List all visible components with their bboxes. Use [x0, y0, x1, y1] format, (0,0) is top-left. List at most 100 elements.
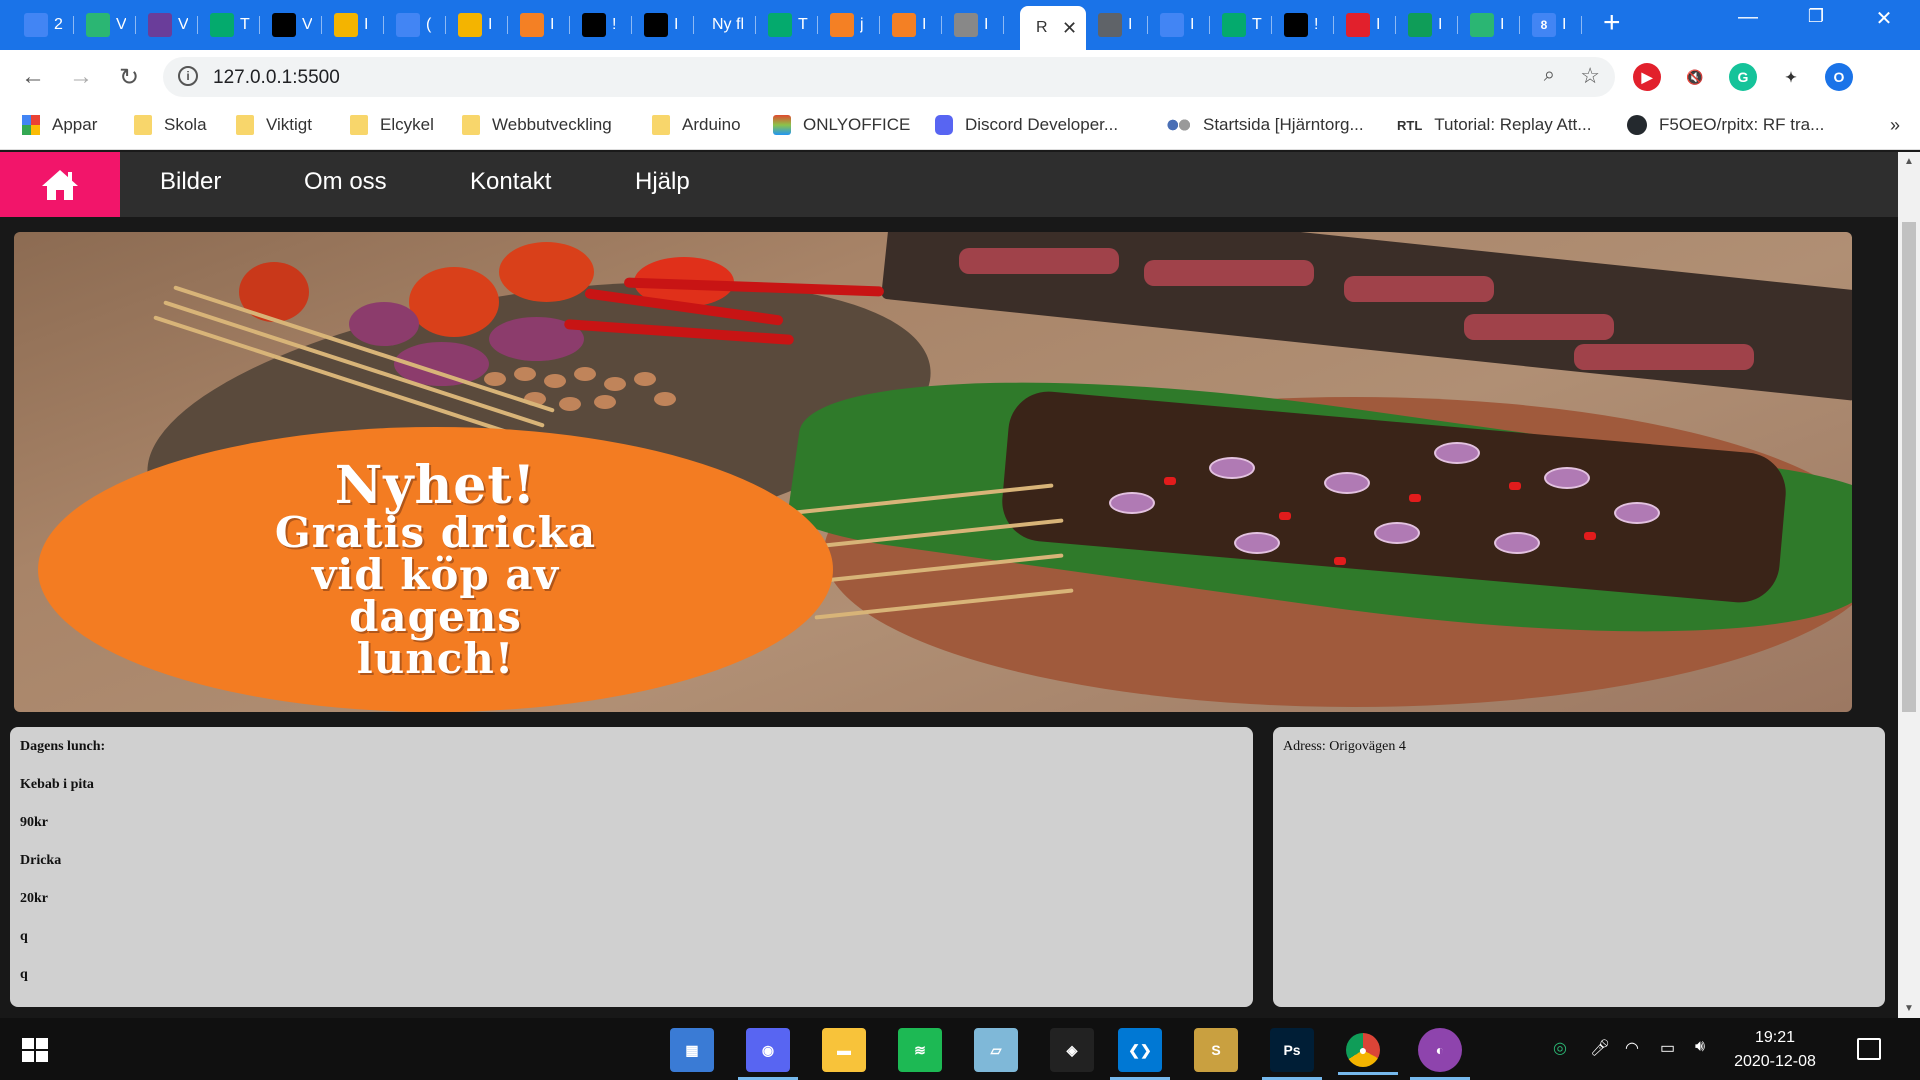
battery-icon[interactable]: ▭ — [1660, 1038, 1675, 1058]
browser-tab[interactable]: 8I — [1522, 6, 1582, 44]
bookmark-item[interactable]: Viktigt — [236, 115, 312, 135]
browser-tab[interactable]: I — [1150, 6, 1210, 44]
notification-center-icon[interactable] — [1857, 1038, 1881, 1060]
google-calendar-icon: 8 — [1532, 13, 1556, 37]
minimize-button[interactable]: — — [1728, 6, 1768, 29]
windows-start-button[interactable] — [22, 1038, 48, 1062]
bookmark-item[interactable]: Discord Developer... — [935, 115, 1118, 135]
browser-tab[interactable]: T — [758, 6, 818, 44]
tab-separator — [879, 16, 880, 34]
calculator-icon[interactable]: ▦ — [670, 1028, 714, 1072]
address-bar[interactable]: i 127.0.0.1:5500 ⌕ ☆ — [163, 57, 1615, 97]
bookmark-item[interactable]: RTL Tutorial: Replay Att... — [1397, 115, 1591, 135]
browser-tab[interactable]: V — [138, 6, 198, 44]
browser-tab[interactable]: I — [1088, 6, 1148, 44]
browser-tab[interactable]: I — [1460, 6, 1520, 44]
profile-avatar[interactable]: O — [1825, 63, 1853, 91]
reload-button[interactable]: ↻ — [114, 63, 144, 92]
browser-tab[interactable]: ( — [386, 6, 446, 44]
forward-button[interactable]: → — [66, 63, 96, 91]
bookmark-item[interactable]: Appar — [22, 115, 97, 135]
address-card: Adress: Origovägen 4 — [1273, 727, 1885, 1007]
url-text[interactable]: 127.0.0.1:5500 — [213, 67, 340, 89]
volume-icon[interactable]: 🔊︎ — [1695, 1038, 1705, 1056]
nav-link-hjalp[interactable]: Hjälp — [635, 168, 690, 196]
bookmark-item[interactable]: ONLYOFFICE — [773, 115, 910, 135]
bookmark-item[interactable]: Webbutveckling — [462, 115, 612, 135]
extensions-puzzle-icon[interactable]: ✦ — [1777, 63, 1805, 91]
browser-tab[interactable]: I — [510, 6, 570, 44]
microphone-icon[interactable]: 🎤︎ — [1590, 1038, 1610, 1058]
bookmark-label: Viktigt — [266, 115, 312, 134]
stackoverflow-icon — [520, 13, 544, 37]
browser-tab[interactable]: I — [882, 6, 942, 44]
new-tab-button[interactable]: + — [1603, 8, 1621, 38]
bookmarks-overflow-button[interactable]: » — [1890, 115, 1900, 136]
wifi-icon[interactable]: ◠ — [1625, 1038, 1639, 1058]
video-extension-icon[interactable]: ▶ — [1633, 63, 1661, 91]
tab-separator — [1147, 16, 1148, 34]
restore-button[interactable]: ❐ — [1796, 6, 1836, 27]
photoshop-icon[interactable]: Ps — [1262, 1028, 1322, 1080]
browser-tab[interactable]: I — [634, 6, 694, 44]
bookmark-item[interactable]: Arduino — [652, 115, 741, 135]
browser-tab[interactable]: I — [944, 6, 1004, 44]
nav-link-kontakt[interactable]: Kontakt — [470, 168, 551, 196]
home-button[interactable] — [0, 152, 120, 217]
discord-icon[interactable]: ◉ — [738, 1028, 798, 1080]
tab-separator — [259, 16, 260, 34]
scrollbar-thumb[interactable] — [1902, 222, 1916, 712]
unity-icon[interactable]: ◈ — [1050, 1028, 1094, 1072]
browser-tab[interactable]: I — [324, 6, 384, 44]
bookmark-star-icon[interactable]: ☆ — [1580, 63, 1600, 89]
aternos-tray-icon[interactable]: ◎ — [1553, 1038, 1567, 1058]
sticky-notes-icon[interactable]: ▱ — [974, 1028, 1018, 1072]
chrome-icon[interactable]: ● — [1338, 1033, 1398, 1075]
bookmark-item[interactable]: Startsida [Hjärntorg... — [1165, 115, 1364, 135]
browser-tab[interactable]: T — [200, 6, 260, 44]
nav-link-bilder[interactable]: Bilder — [160, 168, 221, 196]
back-button[interactable]: ← — [18, 63, 48, 91]
close-window-button[interactable]: ✕ — [1864, 6, 1904, 31]
bookmark-item[interactable]: F5OEO/rpitx: RF tra... — [1627, 115, 1824, 135]
bookmark-item[interactable]: Skola — [134, 115, 207, 135]
browser-tab[interactable]: Ny fl — [696, 6, 756, 44]
aternos-icon — [1470, 13, 1494, 37]
bookmark-label: Appar — [52, 115, 98, 134]
tab-separator — [1271, 16, 1272, 34]
tab-active[interactable]: R ✕ — [1020, 6, 1086, 50]
scroll-up-arrow[interactable]: ▲ — [1904, 156, 1914, 167]
browser-tab[interactable]: ! — [1274, 6, 1334, 44]
browser-tab[interactable]: j — [820, 6, 880, 44]
browser-tab[interactable]: 2 — [14, 6, 74, 44]
raw-meat-slice — [959, 248, 1119, 274]
github-desktop-icon[interactable]: ◐ — [1410, 1028, 1470, 1080]
home-icon — [42, 169, 78, 200]
close-tab-icon[interactable]: ✕ — [1062, 18, 1077, 39]
spotify-icon[interactable]: ≋ — [898, 1028, 942, 1072]
zoom-icon[interactable]: ⌕ — [1544, 64, 1555, 87]
page-scrollbar[interactable]: ▲ ▼ — [1898, 152, 1920, 1018]
tab-separator — [445, 16, 446, 34]
tab-separator — [1395, 16, 1396, 34]
vscode-icon[interactable]: ❮❯ — [1110, 1028, 1170, 1080]
browser-tab[interactable]: I — [448, 6, 508, 44]
browser-tab[interactable]: V — [262, 6, 322, 44]
browser-tab[interactable]: V — [76, 6, 136, 44]
file-explorer-icon[interactable]: ▬ — [822, 1028, 866, 1072]
grammarly-icon[interactable]: G — [1729, 63, 1757, 91]
scroll-down-arrow[interactable]: ▼ — [1904, 1003, 1914, 1014]
browser-tab[interactable]: I — [1398, 6, 1458, 44]
tab-separator — [755, 16, 756, 34]
nav-link-om-oss[interactable]: Om oss — [304, 168, 387, 196]
browser-tab[interactable]: T — [1212, 6, 1272, 44]
site-info-icon[interactable]: i — [178, 66, 198, 86]
mute-icon[interactable]: 🔇 — [1681, 63, 1709, 91]
browser-tab[interactable]: ! — [572, 6, 632, 44]
bookmarks-bar: » Appar Skola Viktigt Elcykel Webbutveckling… — [0, 105, 1920, 150]
system-clock[interactable]: 19:21 2020-12-08 — [1715, 1026, 1835, 1074]
shipes-icon[interactable]: S — [1194, 1028, 1238, 1072]
browser-tab[interactable]: I — [1336, 6, 1396, 44]
bookmark-item[interactable]: Elcykel — [350, 115, 434, 135]
lunch-line: q — [20, 967, 28, 982]
